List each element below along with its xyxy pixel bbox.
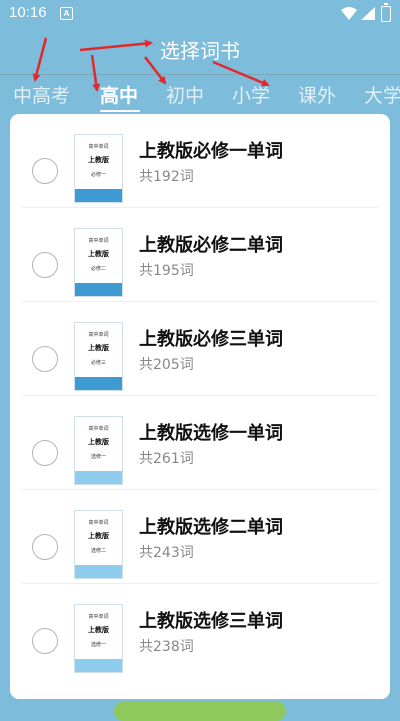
book-cover-series: 高中单词 xyxy=(88,144,109,150)
tab-kewai[interactable]: 课外 xyxy=(298,81,336,108)
book-cover-edition: 上教版 xyxy=(88,626,109,634)
header-divider xyxy=(0,74,400,75)
book-title: 上教版选修一单词 xyxy=(139,423,283,444)
tab-chuzhong[interactable]: 初中 xyxy=(166,81,204,108)
book-cover-edition: 上教版 xyxy=(88,438,109,446)
book-word-count: 共261词 xyxy=(139,451,194,467)
book-title: 上教版必修三单词 xyxy=(139,329,283,350)
book-cover-volume: 必修三 xyxy=(90,360,106,366)
book-list-item[interactable]: 高中单词 上教版 必修三 上教版必修三单词 共205词 xyxy=(10,302,390,396)
book-cover: 高中单词 上教版 选修二 xyxy=(74,510,123,579)
book-list-card: 高中单词 上教版 必修一 上教版必修一单词 共192词 高中单词 上教版 必修二… xyxy=(10,114,390,699)
book-word-count: 共243词 xyxy=(139,545,194,561)
book-radio[interactable] xyxy=(32,440,58,466)
book-cover-band xyxy=(75,471,122,484)
book-list-item[interactable]: 高中单词 上教版 选修二 上教版选修二单词 共243词 xyxy=(10,490,390,584)
book-cover-series: 高中单词 xyxy=(88,614,109,620)
book-cover-edition: 上教版 xyxy=(88,532,109,540)
book-list-item[interactable]: 高中单词 上教版 选修一 上教版选修一单词 共261词 xyxy=(10,396,390,490)
book-cover: 高中单词 上教版 选修一 xyxy=(74,416,123,485)
book-cover: 高中单词 上教版 必修三 xyxy=(74,322,123,391)
tab-xiaoxue[interactable]: 小学 xyxy=(232,81,270,108)
book-word-count: 共195词 xyxy=(139,263,194,279)
book-cover: 高中单词 上教版 选修一 xyxy=(74,604,123,673)
confirm-button[interactable] xyxy=(114,701,286,721)
tab-zhonggaokao[interactable]: 中高考 xyxy=(13,81,70,108)
tab-daxue[interactable]: 大学 xyxy=(364,81,400,108)
book-radio[interactable] xyxy=(32,158,58,184)
cell-signal-icon xyxy=(361,7,375,20)
book-cover-volume: 必修二 xyxy=(90,266,106,272)
book-cover-edition: 上教版 xyxy=(88,344,109,352)
book-cover-volume: 选修二 xyxy=(90,548,106,554)
book-cover-series: 高中单词 xyxy=(88,238,109,244)
active-tab-indicator xyxy=(100,110,140,112)
book-list-item[interactable]: 高中单词 上教版 选修一 上教版选修三单词 共238词 xyxy=(10,584,390,678)
book-cover-edition: 上教版 xyxy=(88,156,109,164)
battery-icon xyxy=(381,3,391,22)
book-cover: 高中单词 上教版 必修二 xyxy=(74,228,123,297)
book-cover-volume: 选修一 xyxy=(90,454,106,460)
book-word-count: 共238词 xyxy=(139,639,194,655)
book-title: 上教版必修一单词 xyxy=(139,141,283,162)
book-radio[interactable] xyxy=(32,534,58,560)
notification-a-icon: A xyxy=(60,7,73,20)
book-radio[interactable] xyxy=(32,346,58,372)
book-cover-series: 高中单词 xyxy=(88,426,109,432)
book-cover-series: 高中单词 xyxy=(88,332,109,338)
book-word-count: 共192词 xyxy=(139,169,194,185)
book-list-item[interactable]: 高中单词 上教版 必修一 上教版必修一单词 共192词 xyxy=(10,114,390,208)
book-cover-band xyxy=(75,659,122,672)
book-cover-band xyxy=(75,377,122,390)
book-cover-band xyxy=(75,189,122,202)
book-radio[interactable] xyxy=(32,628,58,654)
book-title: 上教版选修三单词 xyxy=(139,611,283,632)
book-cover: 高中单词 上教版 必修一 xyxy=(74,134,123,203)
book-word-count: 共205词 xyxy=(139,357,194,373)
book-title: 上教版必修二单词 xyxy=(139,235,283,256)
book-cover-volume: 选修一 xyxy=(90,642,106,648)
status-time: 10:16 xyxy=(9,4,47,21)
wifi-icon xyxy=(341,7,357,20)
tab-bar: 中高考 高中 初中 小学 课外 大学 xyxy=(0,81,400,113)
tab-gaozhong[interactable]: 高中 xyxy=(100,81,138,108)
book-cover-volume: 必修一 xyxy=(90,172,106,178)
book-cover-band xyxy=(75,283,122,296)
book-list-item[interactable]: 高中单词 上教版 必修二 上教版必修二单词 共195词 xyxy=(10,208,390,302)
book-cover-edition: 上教版 xyxy=(88,250,109,258)
book-radio[interactable] xyxy=(32,252,58,278)
book-title: 上教版选修二单词 xyxy=(139,517,283,538)
book-cover-series: 高中单词 xyxy=(88,520,109,526)
page-title: 选择词书 xyxy=(160,39,240,63)
book-cover-band xyxy=(75,565,122,578)
status-bar: 10:16 A xyxy=(0,0,400,28)
